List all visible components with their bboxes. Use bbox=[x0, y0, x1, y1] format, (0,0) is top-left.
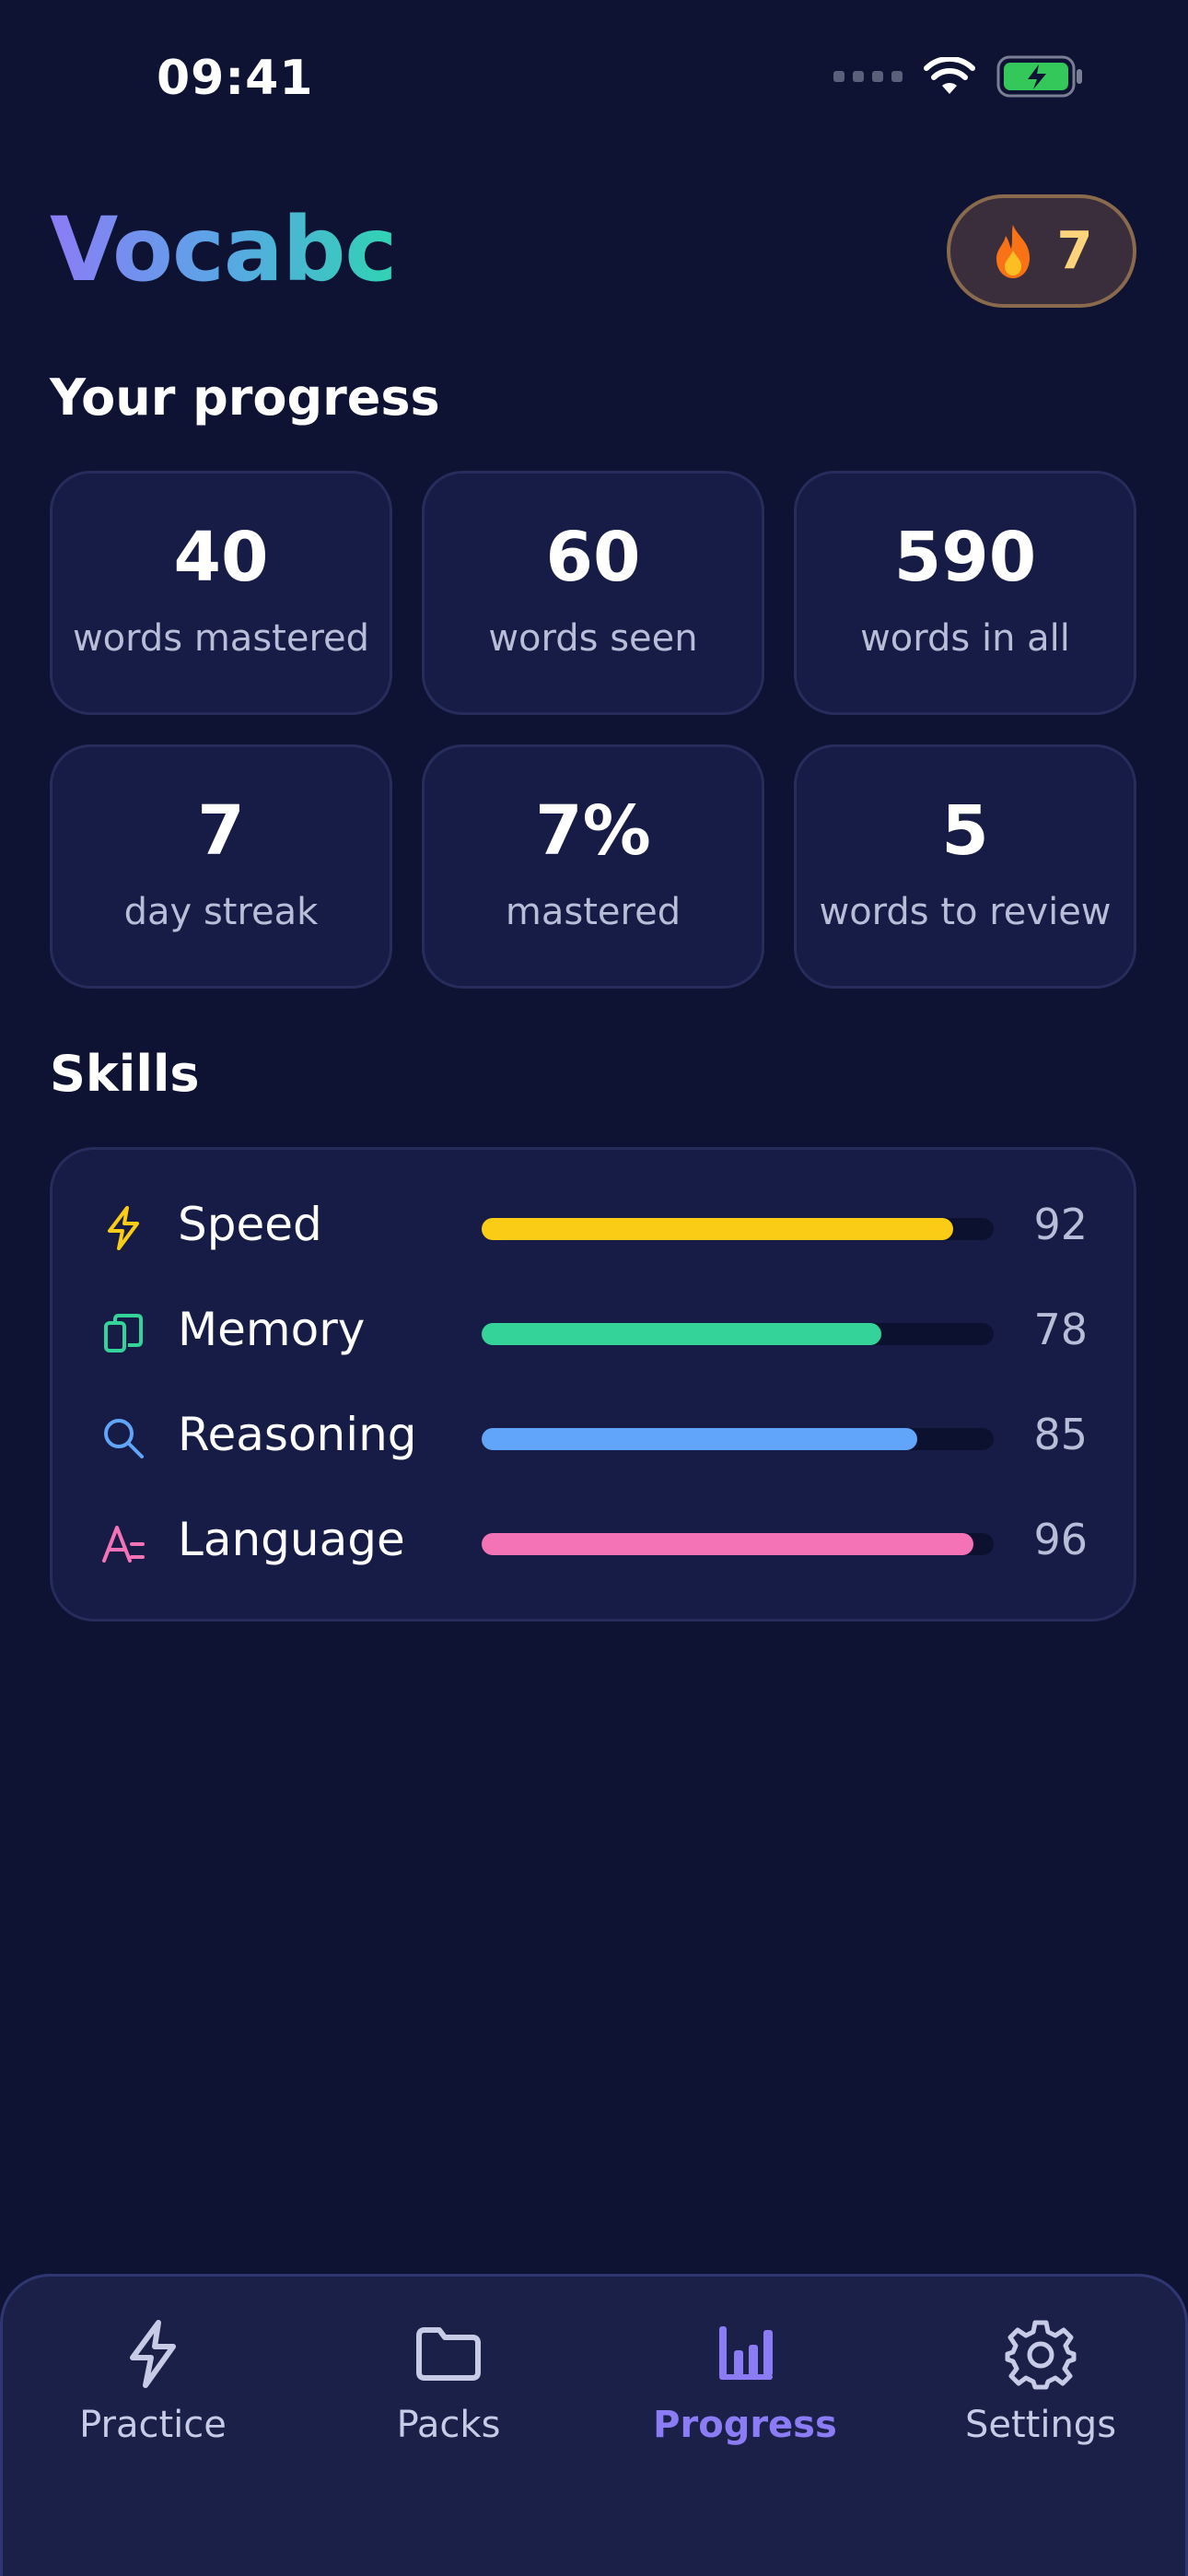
skill-progress-track bbox=[482, 1218, 994, 1240]
stat-card-words-seen: 60 words seen bbox=[422, 471, 764, 715]
cards-icon bbox=[104, 1314, 143, 1352]
stat-value: 60 bbox=[545, 517, 641, 597]
tab-label: Packs bbox=[396, 2404, 501, 2446]
skill-progress-fill bbox=[482, 1218, 953, 1240]
language-icon bbox=[102, 1526, 145, 1563]
skill-score: 78 bbox=[1033, 1305, 1088, 1354]
stat-value: 7 bbox=[197, 790, 245, 871]
streak-count: 7 bbox=[1056, 221, 1093, 281]
streak-badge[interactable]: 7 bbox=[947, 194, 1136, 308]
stat-card-words-in-all: 590 words in all bbox=[794, 471, 1136, 715]
tab-settings[interactable]: Settings bbox=[921, 2317, 1160, 2446]
stat-label: words to review bbox=[819, 890, 1112, 933]
skill-name: Language bbox=[178, 1513, 405, 1566]
skill-row-memory: Memory 78 bbox=[52, 1295, 1134, 1369]
skill-name: Reasoning bbox=[178, 1408, 417, 1461]
cellular-signal-icon bbox=[833, 71, 903, 82]
folder-icon bbox=[416, 2327, 481, 2381]
skill-progress-fill bbox=[482, 1428, 917, 1450]
skill-progress-track bbox=[482, 1533, 994, 1555]
stat-card-words-to-review[interactable]: 5 words to review bbox=[794, 744, 1136, 989]
stat-value: 5 bbox=[941, 790, 989, 871]
stat-label: words seen bbox=[488, 616, 698, 660]
skill-row-speed: Speed 92 bbox=[52, 1190, 1134, 1264]
skill-progress-fill bbox=[482, 1533, 973, 1555]
skill-score: 85 bbox=[1033, 1410, 1088, 1459]
stat-label: day streak bbox=[123, 890, 319, 933]
skill-progress-fill bbox=[482, 1323, 881, 1345]
skill-progress-track bbox=[482, 1323, 994, 1345]
gear-icon bbox=[1005, 2320, 1077, 2390]
stat-value: 40 bbox=[173, 517, 269, 597]
battery-charging-icon bbox=[996, 55, 1082, 98]
wifi-icon bbox=[924, 57, 975, 94]
skill-score: 96 bbox=[1033, 1515, 1088, 1564]
lightning-icon bbox=[130, 2320, 176, 2388]
tab-packs[interactable]: Packs bbox=[329, 2317, 568, 2446]
status-indicators bbox=[833, 55, 1085, 98]
stat-card-day-streak: 7 day streak bbox=[50, 744, 392, 989]
skill-row-reasoning: Reasoning 85 bbox=[52, 1400, 1134, 1474]
lightning-icon bbox=[108, 1206, 139, 1250]
stat-card-words-mastered: 40 words mastered bbox=[50, 471, 392, 715]
tab-label: Settings bbox=[964, 2404, 1117, 2446]
stat-value: 590 bbox=[893, 517, 1037, 597]
flame-icon bbox=[996, 224, 1030, 278]
stat-value: 7% bbox=[535, 790, 651, 871]
stat-label: words in all bbox=[860, 616, 1070, 660]
skill-progress-track bbox=[482, 1428, 994, 1450]
skill-row-language: Language 96 bbox=[52, 1505, 1134, 1579]
app-logo: Vocabc bbox=[50, 198, 397, 301]
status-time: 09:41 bbox=[157, 51, 314, 106]
stat-label: words mastered bbox=[72, 616, 370, 660]
bottom-tab-bar: Practice Packs Progress Settings bbox=[0, 2274, 1188, 2576]
skills-card: Speed 92 Memory 78 Reasoning 85 Language… bbox=[50, 1147, 1136, 1622]
tab-practice[interactable]: Practice bbox=[33, 2317, 273, 2446]
skills-section-title: Skills bbox=[50, 1045, 200, 1103]
stat-card-mastered-percent: 7% mastered bbox=[422, 744, 764, 989]
bar-chart-icon bbox=[719, 2326, 773, 2380]
search-icon bbox=[104, 1419, 144, 1458]
progress-section-title: Your progress bbox=[50, 369, 440, 427]
skill-score: 92 bbox=[1033, 1200, 1088, 1249]
tab-progress[interactable]: Progress bbox=[625, 2317, 865, 2446]
skill-name: Speed bbox=[178, 1198, 322, 1251]
tab-label: Practice bbox=[79, 2404, 227, 2446]
stat-label: mastered bbox=[505, 890, 681, 933]
skill-name: Memory bbox=[178, 1303, 366, 1356]
tab-label: Progress bbox=[653, 2404, 837, 2446]
